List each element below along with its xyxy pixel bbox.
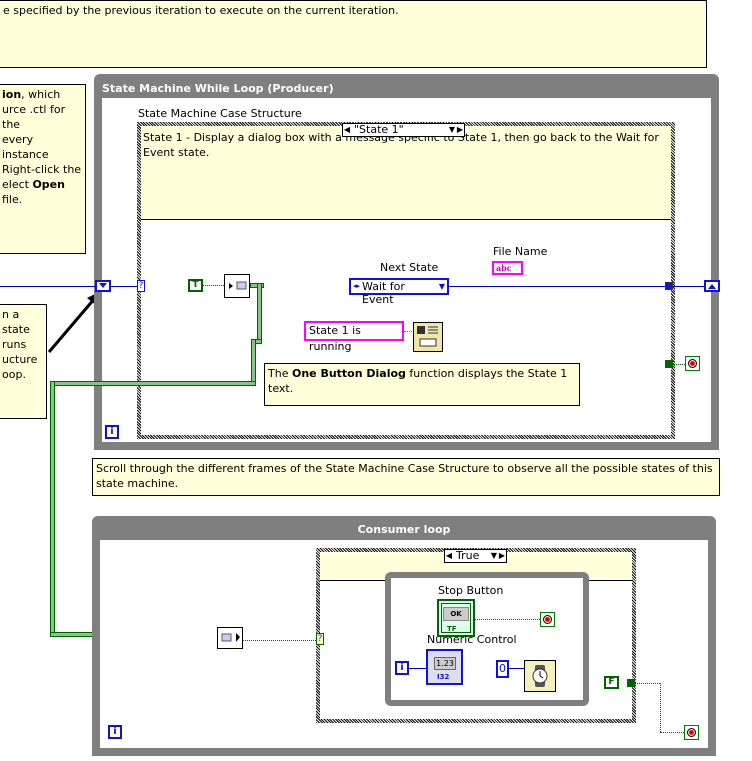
- enum-dropdown-icon[interactable]: ▼: [439, 280, 447, 293]
- consumer-stop-terminal[interactable]: [684, 725, 699, 740]
- case-dropdown-icon[interactable]: ▼: [448, 124, 456, 136]
- numeric-control[interactable]: 1.23 I32: [426, 649, 463, 685]
- consumer-dropdown-icon[interactable]: ▼: [490, 550, 498, 562]
- numeric-glyph: 1.23: [436, 659, 454, 668]
- stop-button-glyph: OK: [450, 610, 462, 618]
- producer-stop-terminal[interactable]: [685, 356, 700, 371]
- wait-ms-constant[interactable]: 0: [496, 660, 509, 678]
- stop-tunnel: [665, 360, 673, 368]
- queue-wire-seg4: [251, 339, 256, 385]
- left-upper-line-3: every instance: [2, 133, 49, 161]
- dequeue-element-node[interactable]: [217, 627, 243, 649]
- case-structure-label: State Machine Case Structure: [138, 107, 302, 120]
- stop-wire: [673, 364, 685, 365]
- left-lower-comment: n a state runs ucture oop.: [0, 304, 47, 419]
- enqueue-element-node[interactable]: [224, 274, 250, 298]
- next-state-label: Next State: [380, 261, 439, 274]
- state1-description-comment: State 1 - Display a dialog box with a me…: [141, 126, 671, 220]
- wait-ms-icon[interactable]: [524, 660, 556, 692]
- stop-button-type: TF: [447, 625, 457, 633]
- stop-button-label: Stop Button: [438, 584, 504, 597]
- case-selector-terminal: ?: [137, 280, 145, 292]
- bool-wire: [203, 285, 224, 286]
- shift-register-left[interactable]: [95, 280, 111, 292]
- left-lower-line-3: ucture: [2, 353, 38, 366]
- scroll-comment: Scroll through the different frames of t…: [92, 458, 720, 496]
- scroll-comment-text: Scroll through the different frames of t…: [96, 462, 713, 490]
- false-tunnel: [627, 679, 635, 687]
- false-constant[interactable]: F: [604, 676, 619, 689]
- case-selector-value: "State 1": [354, 123, 404, 136]
- false-wire-h2: [660, 732, 684, 733]
- state-output-tunnel: [665, 282, 673, 290]
- consumer-selector-terminal: ?: [316, 633, 324, 645]
- consumer-case-value: True: [456, 549, 480, 562]
- producer-loop-title: State Machine While Loop (Producer): [102, 82, 334, 95]
- iteration-wire: [409, 668, 426, 669]
- decrement-case-icon[interactable]: ◀: [343, 124, 351, 136]
- left-upper-line-1: ion, which: [2, 88, 61, 101]
- message-string-constant[interactable]: State 1 is running: [304, 321, 404, 353]
- one-button-comment: The One Button Dialog function displays …: [264, 363, 580, 406]
- file-name-indicator[interactable]: abc: [492, 261, 523, 275]
- numeric-type: I32: [437, 673, 450, 681]
- left-upper-line-4: Right-click the: [2, 163, 82, 176]
- shift-register-right[interactable]: [704, 280, 720, 292]
- wait-wire: [509, 668, 524, 669]
- next-state-enum[interactable]: ◂▸ Wait for Event ▼: [349, 278, 449, 306]
- consumer-decrement-icon[interactable]: ◀: [445, 550, 453, 562]
- true-constant[interactable]: T: [188, 279, 203, 292]
- queue-wire-seg2: [257, 283, 262, 343]
- stop-button-wire: [475, 619, 540, 620]
- top-comment-text: e specified by the previous iteration to…: [3, 4, 399, 17]
- left-lower-line-4: oop.: [2, 368, 26, 381]
- false-wire-h1: [635, 683, 660, 684]
- one-button-dialog-icon[interactable]: [413, 322, 443, 352]
- numeric-control-label: Numeric Control: [427, 633, 517, 646]
- state-wire-right: [449, 286, 719, 287]
- false-wire-v: [660, 683, 661, 732]
- file-name-glyph: abc: [496, 263, 512, 273]
- enum-increment-icon[interactable]: ◂▸: [351, 280, 362, 293]
- producer-iteration-terminal: i: [105, 425, 119, 439]
- consumer-iteration-terminal: i: [108, 725, 122, 739]
- top-comment: e specified by the previous iteration to…: [0, 0, 707, 68]
- left-lower-line-2: runs: [2, 338, 27, 351]
- left-upper-line-2: urce .ctl for the: [2, 103, 66, 131]
- case-selector[interactable]: ◀ "State 1" ▼ ▶: [342, 123, 465, 137]
- inner-iteration-terminal: i: [395, 661, 409, 675]
- increment-case-icon[interactable]: ▶: [456, 124, 464, 136]
- left-upper-comment: ion, which urce .ctl for the every insta…: [0, 84, 86, 254]
- consumer-case-selector[interactable]: ◀ True ▼ ▶: [444, 549, 507, 563]
- consumer-increment-icon[interactable]: ▶: [498, 550, 506, 562]
- consumer-loop-title: Consumer loop: [357, 523, 451, 536]
- next-state-value: Wait for Event: [362, 280, 405, 306]
- stop-button-control[interactable]: OK TF: [437, 599, 475, 637]
- queue-wire-seg5: [50, 381, 256, 386]
- left-upper-line-6: file.: [2, 193, 23, 206]
- left-upper-line-5: elect Open: [2, 178, 65, 191]
- left-lower-line-1: n a state: [2, 308, 30, 336]
- file-name-label: File Name: [493, 245, 548, 258]
- dequeue-bool-wire: [243, 640, 316, 641]
- queue-wire-seg6: [50, 381, 55, 637]
- state-wire-left: [0, 286, 137, 287]
- inner-loop-stop-terminal[interactable]: [540, 612, 555, 627]
